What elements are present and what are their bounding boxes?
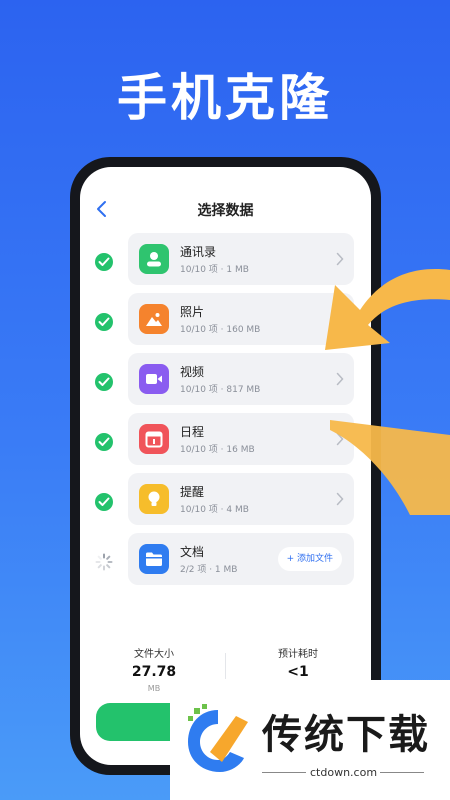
- eta-value: <1: [287, 664, 309, 680]
- item-name: 照片: [180, 305, 205, 319]
- photo-icon: [139, 304, 169, 334]
- video-icon: [139, 364, 169, 394]
- item-name: 视频: [180, 365, 205, 379]
- file-size-label: 文件大小: [134, 649, 174, 660]
- add-file-button[interactable]: + 添加文件: [277, 547, 342, 571]
- file-size-value: 27.78: [131, 664, 177, 680]
- item-name: 通讯录: [180, 245, 217, 259]
- item-name: 提醒: [180, 485, 205, 499]
- check-icon: [95, 433, 113, 451]
- item-detail: 10/10 项 · 1 MB: [180, 265, 249, 275]
- check-icon: [95, 313, 113, 331]
- watermark-url: ctdown.com: [310, 766, 378, 779]
- curved-arrow-icon: [325, 269, 450, 515]
- item-detail: 2/2 项 · 1 MB: [180, 565, 238, 575]
- check-icon: [95, 493, 113, 511]
- item-name: 文档: [180, 545, 205, 559]
- calendar-icon: [139, 424, 169, 454]
- check-icon: [95, 373, 113, 391]
- contacts-icon: [139, 244, 169, 274]
- stats-divider: [225, 653, 226, 679]
- item-detail: 10/10 项 · 16 MB: [180, 445, 255, 455]
- watermark-text: 传统下载: [262, 712, 430, 758]
- watermark-rule-right: [380, 772, 424, 773]
- watermark-overlay: 传统下载 ctdown.com: [170, 680, 450, 800]
- eta-label: 预计耗时: [278, 649, 318, 660]
- promo-headline: 手机克隆: [117, 69, 333, 127]
- item-detail: 10/10 项 · 817 MB: [180, 385, 261, 395]
- item-name: 日程: [180, 425, 205, 439]
- loading-spinner-icon: [95, 553, 113, 571]
- watermark-rule-left: [262, 772, 306, 773]
- check-icon: [95, 253, 113, 271]
- item-detail: 10/10 项 · 160 MB: [180, 325, 261, 335]
- bulb-icon: [139, 484, 169, 514]
- list-item-documents[interactable]: 文档 2/2 项 · 1 MB + 添加文件: [128, 533, 354, 585]
- item-detail: 10/10 项 · 4 MB: [180, 505, 249, 515]
- folder-icon: [139, 544, 169, 574]
- watermark-logo-icon: [188, 704, 248, 772]
